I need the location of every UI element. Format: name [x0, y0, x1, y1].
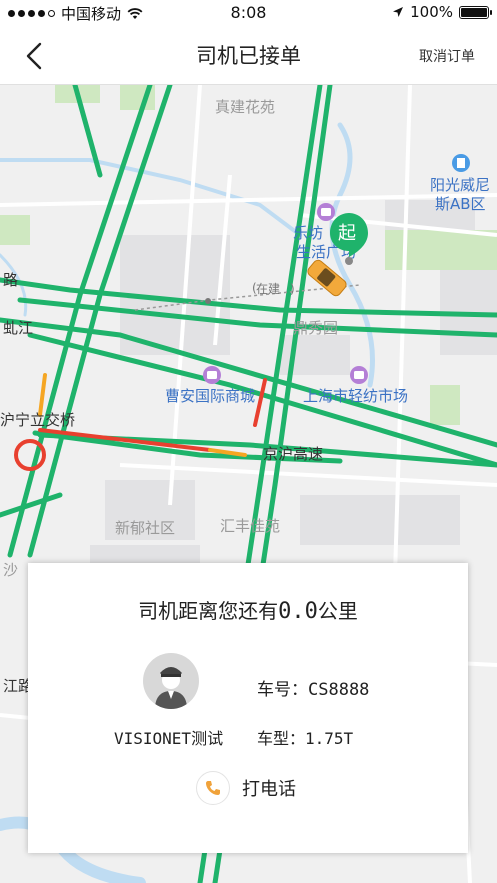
place-sha: 沙 — [3, 561, 18, 579]
place-caoan: 曹安国际商城 — [165, 387, 255, 405]
place-dingxiu: 鼎秀园 — [293, 319, 338, 337]
call-driver-button[interactable]: 打电话 — [196, 771, 296, 805]
plate-number: 车号：CS8888 — [257, 680, 370, 700]
distance-text: 司机距离您还有0.0公里 — [28, 595, 468, 624]
place-lu: 路 — [3, 271, 18, 289]
place-jinghu: 京沪高速 — [263, 445, 323, 463]
driver-info-card: 司机距离您还有0.0公里 VISIONET测试 车号：CS8888 车型：1.7… — [28, 563, 468, 853]
place-yangguang-line2: 斯AB区 — [435, 195, 486, 213]
nav-bar: 司机已接单 取消订单 — [0, 26, 497, 85]
place-yangguang-line1: 阳光威尼 — [430, 176, 490, 194]
place-xinyu: 新郁社区 — [115, 519, 175, 537]
place-huifeng: 汇丰佳苑 — [220, 517, 280, 535]
place-huning: 沪宁立交桥 — [0, 411, 75, 429]
svg-text:): ) — [290, 282, 295, 296]
mall-icon-caoan — [203, 366, 221, 384]
phone-icon — [196, 771, 230, 805]
mall-icon-lefang — [317, 203, 335, 221]
building-icon-yangguang — [452, 154, 470, 172]
location-arrow-icon — [393, 7, 404, 17]
place-qiujiang: 虬江 — [3, 319, 33, 337]
distance-unit: 公里 — [317, 599, 358, 623]
call-label: 打电话 — [242, 779, 296, 800]
driver-avatar-icon — [155, 667, 187, 709]
battery-icon — [459, 5, 492, 19]
status-bar: 中国移动 8:08 100% — [0, 0, 497, 26]
place-textile: 上海市轻纺市场 — [303, 387, 408, 405]
avatar — [143, 653, 199, 709]
distance-value: 0.0 — [278, 599, 318, 624]
mall-icon-textile — [350, 366, 368, 384]
driver-name: VISIONET测试 — [114, 729, 224, 748]
status-right: 100% — [392, 3, 492, 21]
start-marker-label: 起 — [338, 223, 356, 244]
place-lefang-line1: 乐坊 — [293, 224, 323, 242]
distance-prefix: 司机距离您还有 — [138, 599, 279, 623]
vehicle-type: 车型：1.75T — [257, 729, 354, 748]
battery-percent: 100% — [410, 3, 453, 21]
cancel-order-button[interactable]: 取消订单 — [419, 46, 475, 66]
place-zhenjian: 真建花苑 — [215, 98, 275, 116]
under-construction-label: 在建 — [256, 282, 280, 296]
